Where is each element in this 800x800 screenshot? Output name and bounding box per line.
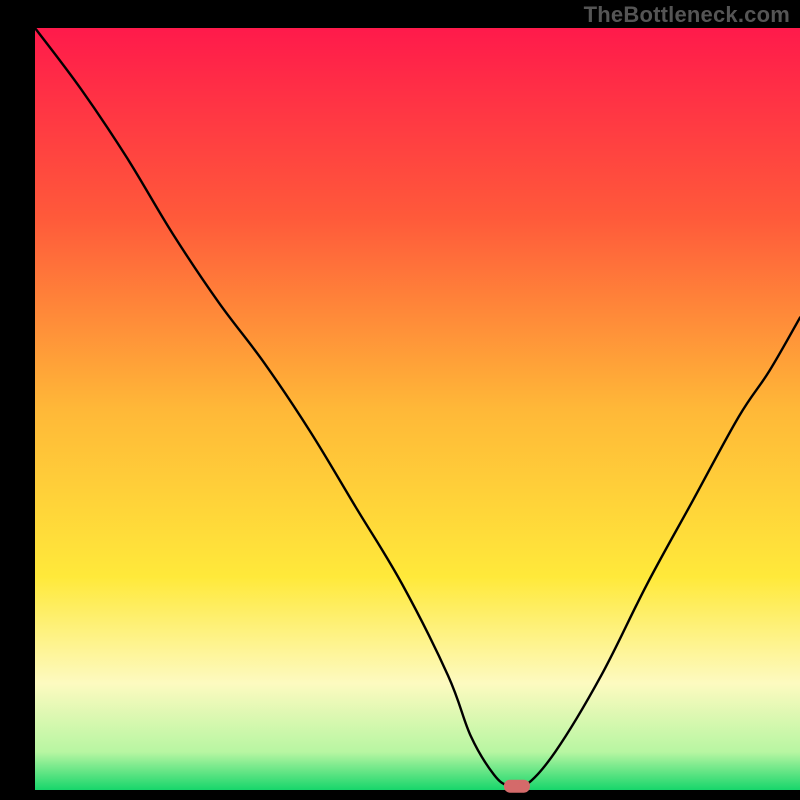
chart-stage: TheBottleneck.com <box>0 0 800 800</box>
watermark-text: TheBottleneck.com <box>584 2 790 28</box>
optimal-marker <box>504 780 530 793</box>
bottleneck-chart <box>0 0 800 800</box>
chart-background <box>35 28 800 790</box>
